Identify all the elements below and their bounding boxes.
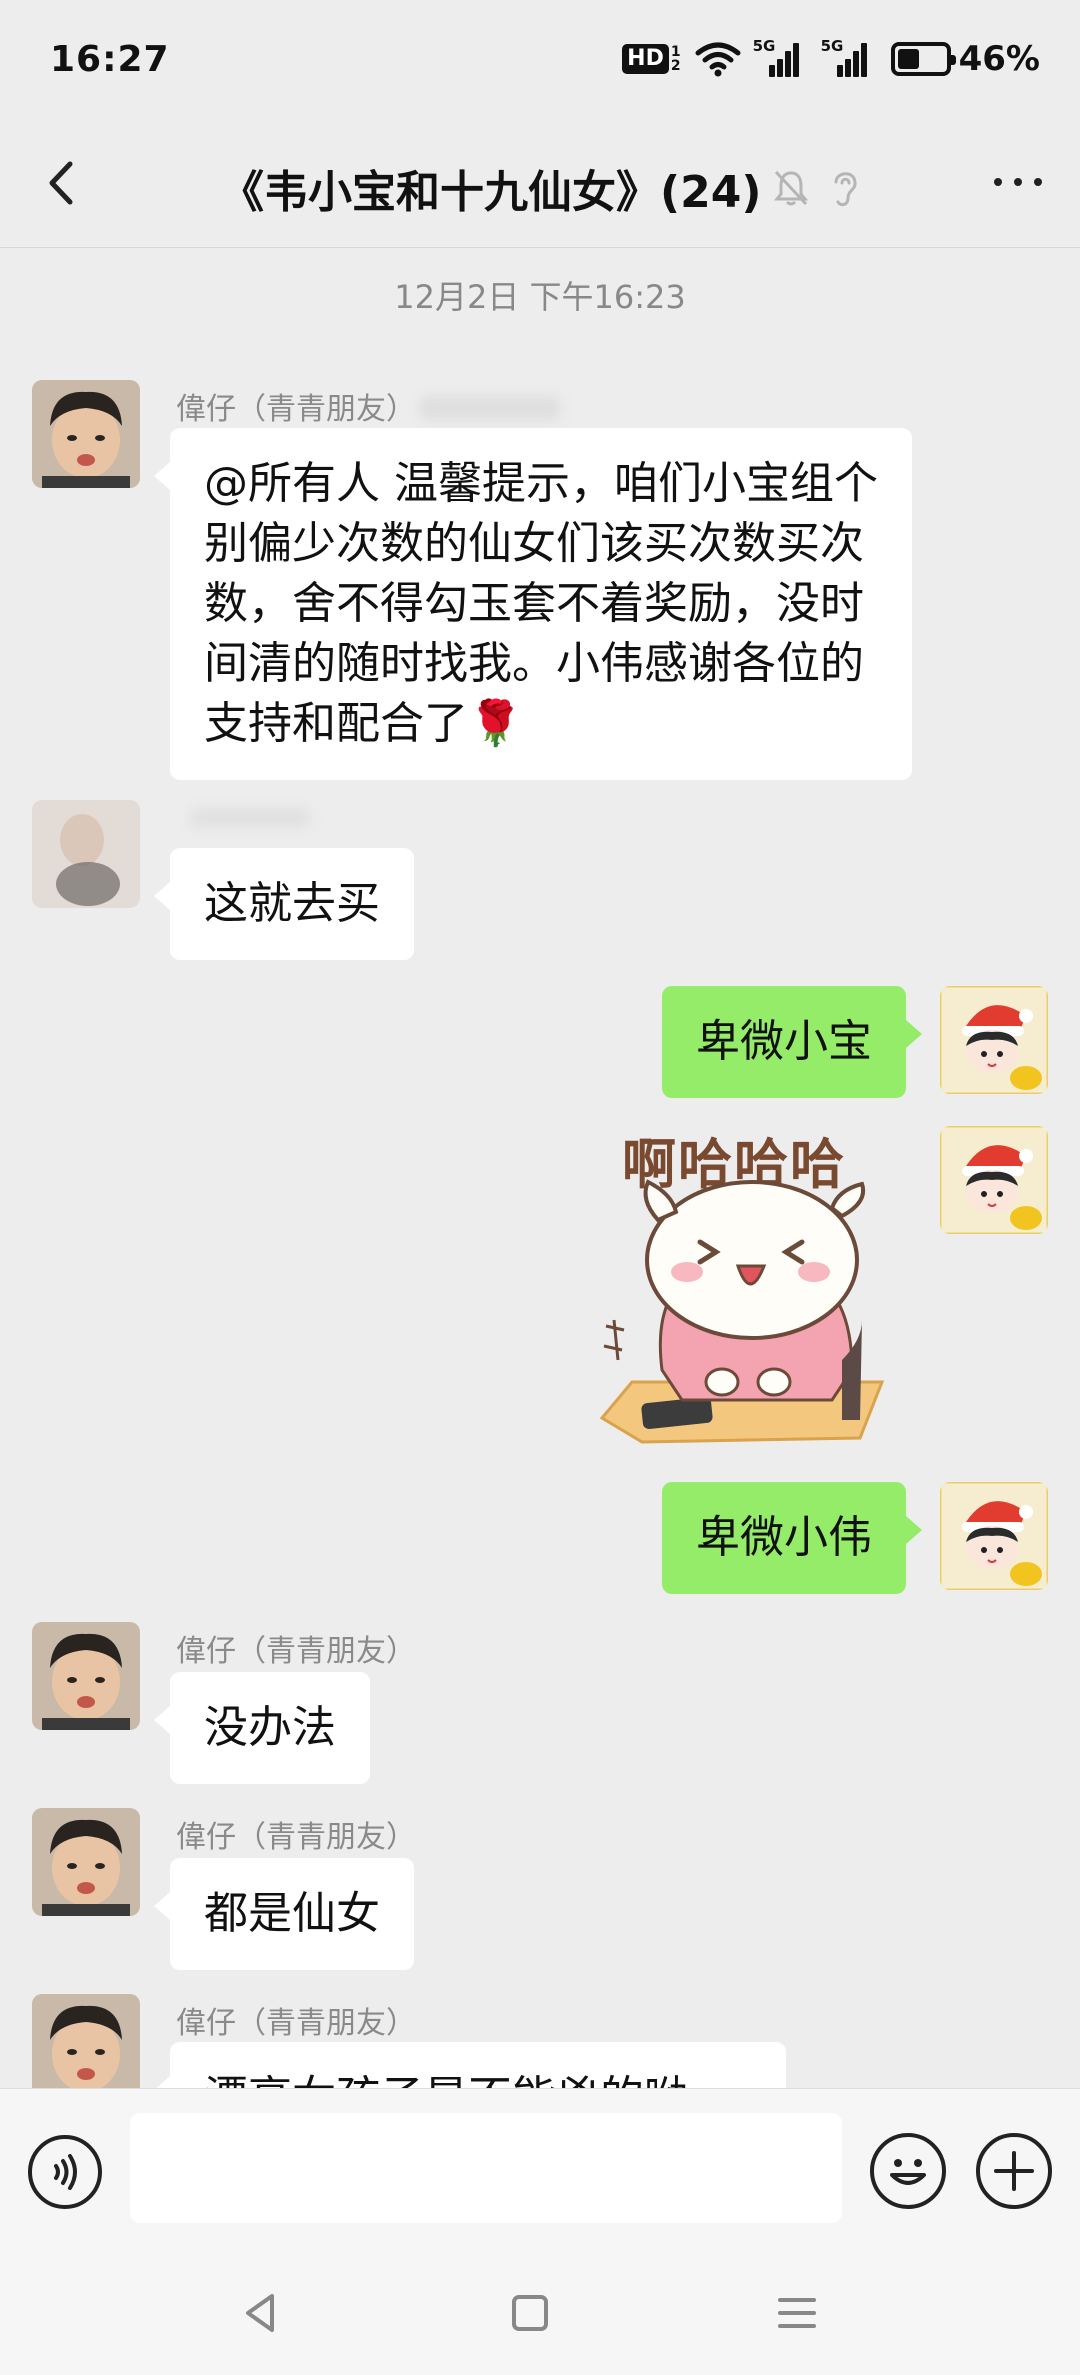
bell-muted-icon <box>773 170 809 206</box>
chat-timestamp: 12月2日 下午16:23 <box>394 278 686 316</box>
sender-name: 偉仔（青青朋友） <box>176 1634 416 1669</box>
message-bubble[interactable]: 这就去买 <box>154 848 414 960</box>
system-navigation-bar <box>0 2248 1080 2375</box>
input-bar <box>0 2088 1080 2248</box>
more-dots-icon[interactable] <box>994 178 1042 186</box>
message-bubble-self[interactable]: 卑微小伟 <box>662 1482 922 1594</box>
voice-icon[interactable] <box>28 2135 102 2209</box>
chat-title[interactable]: 《韦小宝和十九仙女》(24) <box>220 156 761 220</box>
emoji-icon[interactable] <box>870 2133 946 2209</box>
status-time: 16:27 <box>50 38 170 80</box>
battery-percent: 46% <box>958 39 1040 79</box>
nav-home-icon[interactable] <box>505 2288 555 2338</box>
battery-icon <box>890 42 956 76</box>
sticker-image[interactable]: 啊哈哈哈 <box>592 1120 892 1450</box>
sender-name: 偉仔（青青朋友） <box>176 1820 416 1855</box>
sender-name: 偉仔（青青朋友） <box>176 392 416 427</box>
signal-icon-2: 5G <box>821 37 877 77</box>
battery-indicator: 46% <box>890 39 1040 79</box>
avatar[interactable] <box>32 1622 140 1730</box>
signal-icon-1: 5G <box>753 37 809 77</box>
self-avatar[interactable] <box>940 1482 1048 1590</box>
message-bubble[interactable]: 都是仙女 <box>154 1858 414 1970</box>
self-avatar[interactable] <box>940 986 1048 1094</box>
status-icons: HD 1 2 5G 5G 46% <box>622 37 1040 79</box>
avatar[interactable] <box>32 800 140 908</box>
chevron-left-icon[interactable] <box>40 158 84 208</box>
avatar[interactable] <box>32 1994 140 2102</box>
avatar[interactable] <box>32 1808 140 1916</box>
message-bubble[interactable]: 没办法 <box>154 1672 370 1784</box>
plus-icon[interactable] <box>976 2133 1052 2209</box>
ear-icon <box>834 172 857 207</box>
self-avatar[interactable] <box>940 1126 1048 1234</box>
hd-icon: HD 1 2 <box>622 44 681 74</box>
wifi-icon <box>695 42 741 77</box>
sender-name: 偉仔（青青朋友） <box>176 2006 416 2041</box>
message-bubble-self[interactable]: 卑微小宝 <box>662 986 922 1098</box>
nav-back-icon[interactable] <box>236 2288 286 2338</box>
message-bubble[interactable]: @所有人 温馨提示，咱们小宝组个别偏少次数的仙女们该买次数买次数，舍不得勾玉套不… <box>154 428 912 780</box>
message-input[interactable] <box>130 2113 842 2223</box>
status-bar: 16:27 HD 1 2 5G 5G 46% <box>0 0 1080 118</box>
avatar[interactable] <box>32 380 140 488</box>
chat-header: 《韦小宝和十九仙女》(24) <box>0 118 1080 248</box>
nav-menu-icon[interactable] <box>772 2288 822 2338</box>
